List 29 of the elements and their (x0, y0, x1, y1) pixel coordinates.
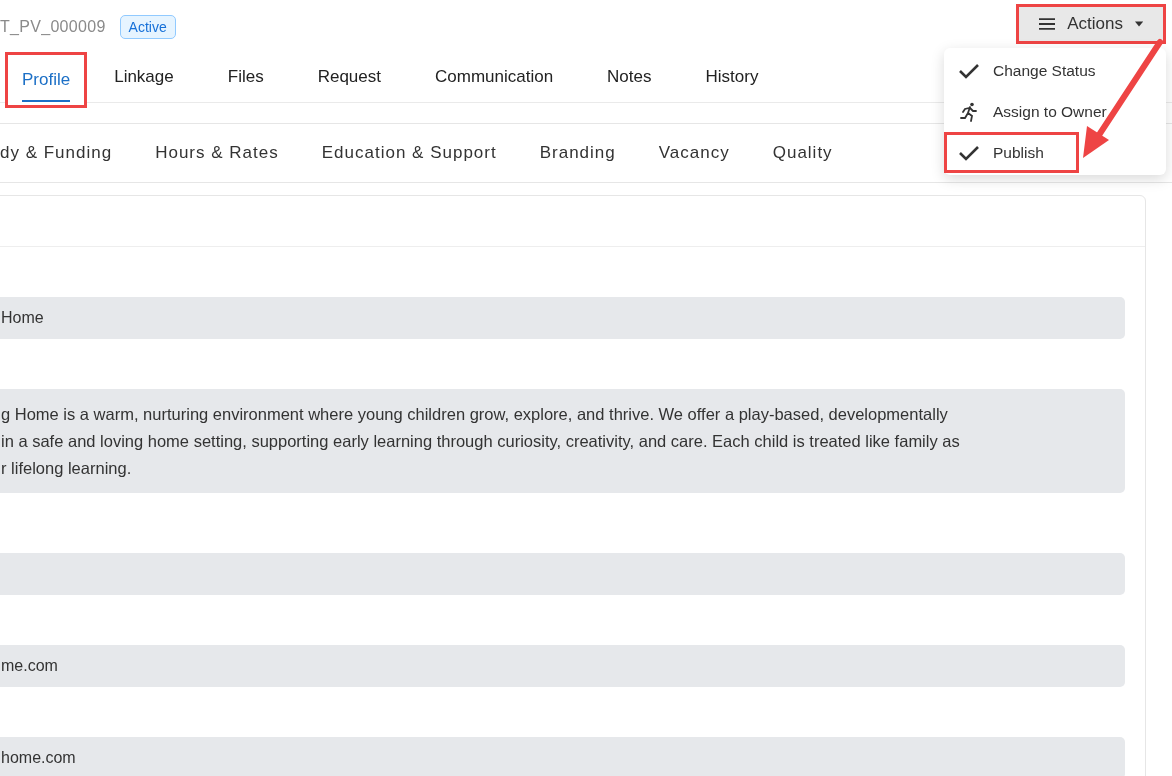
status-badge: Active (119, 15, 176, 39)
sub-tab[interactable]: dy & Funding (0, 143, 113, 163)
input-field[interactable] (0, 553, 1125, 595)
menu-icon (1039, 16, 1056, 32)
menu-item[interactable]: Publish (944, 132, 1079, 173)
sub-tab[interactable]: Vacancy (658, 143, 730, 163)
actions-button[interactable]: Actions (1016, 4, 1166, 44)
input-field[interactable]: home.com (0, 737, 1125, 776)
input-field[interactable]: Home (0, 297, 1125, 339)
tab[interactable]: Notes (580, 52, 679, 102)
input-field[interactable]: me.com (0, 645, 1125, 687)
tab[interactable]: Linkage (87, 52, 201, 102)
menu-item[interactable]: Assign to Owner (944, 91, 1122, 132)
tab[interactable]: History (678, 52, 786, 102)
record-id: T_PV_000009 (0, 18, 106, 36)
menu-item[interactable]: Change Status (944, 50, 1111, 91)
running-person-icon (959, 101, 979, 122)
text-area[interactable]: g Home is a warm, nurturing environment where young children grow, explore, and thrive. We offer a play-based, developmentally in a safe and loving home setting, supporting early learning through curiosity, creativity, and care. Each child is treated like family as r lifelong learning. (0, 389, 1125, 493)
tab[interactable]: Request (290, 52, 408, 102)
check-icon (959, 62, 979, 79)
sub-tab[interactable]: Hours & Rates (155, 143, 279, 163)
tab[interactable]: Profile (5, 52, 88, 108)
check-icon (959, 144, 979, 161)
tab[interactable]: Files (200, 52, 291, 102)
tab[interactable]: Communication (408, 52, 581, 102)
caret-icon (1134, 21, 1143, 27)
sub-tab[interactable]: Branding (539, 143, 616, 163)
sub-tab[interactable]: Education & Support (321, 143, 497, 163)
sub-tab[interactable]: Quality (772, 143, 833, 163)
